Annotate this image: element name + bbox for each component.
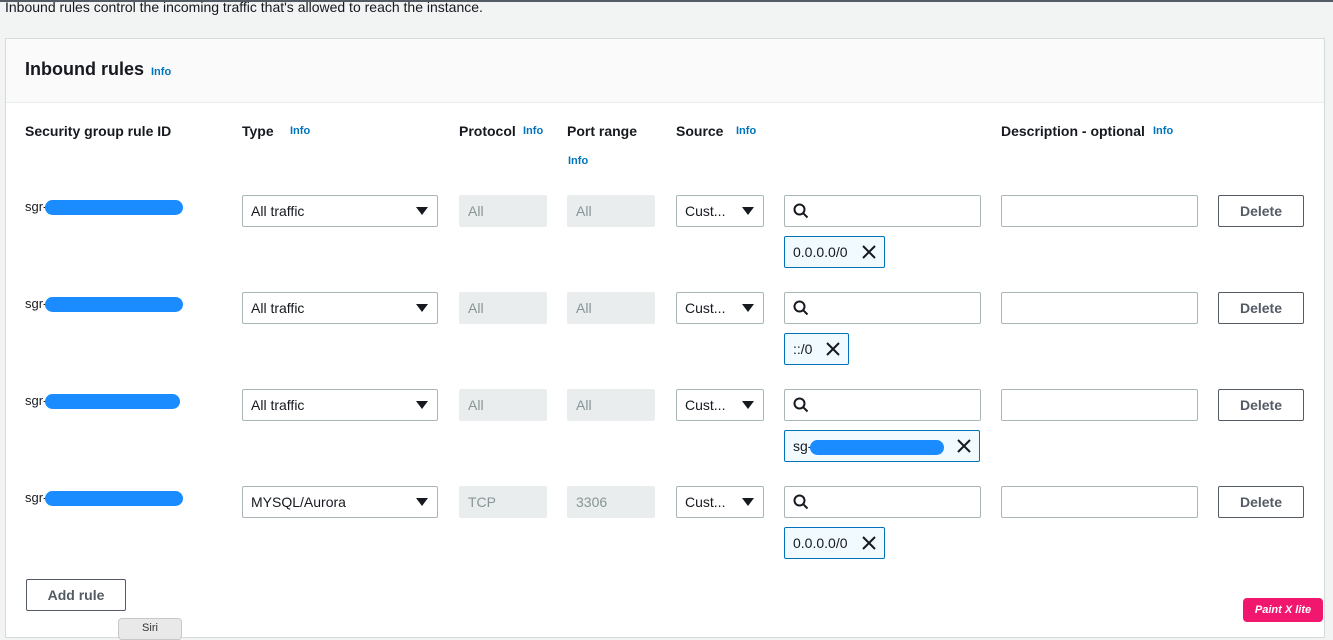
- close-icon[interactable]: [957, 439, 971, 453]
- source-token-label: 0.0.0.0/0: [793, 244, 848, 260]
- description-input[interactable]: [1001, 389, 1198, 421]
- rule-id: sgr-: [25, 393, 181, 410]
- rule-id: sgr-: [25, 490, 184, 507]
- column-header-rule-id: Security group rule ID: [25, 123, 172, 139]
- redaction-mark: [45, 491, 184, 507]
- delete-button[interactable]: Delete: [1218, 195, 1304, 227]
- inbound-rules-panel: Inbound rules Info Security group rule I…: [5, 38, 1325, 638]
- source-token: sg-: [784, 430, 980, 462]
- source-select[interactable]: Cust...: [676, 292, 764, 324]
- redaction-mark: [810, 439, 945, 455]
- close-icon[interactable]: [826, 342, 840, 356]
- source-select-value: Cust...: [685, 494, 726, 510]
- source-select-value: Cust...: [685, 300, 726, 316]
- caret-down-icon: [742, 304, 754, 312]
- search-icon: [793, 203, 809, 219]
- protocol-field: All: [459, 292, 547, 324]
- description-info-link[interactable]: Info: [1153, 125, 1173, 137]
- search-icon: [793, 300, 809, 316]
- source-select[interactable]: Cust...: [676, 486, 764, 518]
- rule-id-prefix: sgr-: [25, 199, 48, 214]
- type-select[interactable]: All traffic: [242, 292, 438, 324]
- source-select-value: Cust...: [685, 203, 726, 219]
- source-search-input[interactable]: [784, 389, 981, 421]
- column-header-port-range: Port range: [567, 123, 638, 139]
- type-select[interactable]: All traffic: [242, 389, 438, 421]
- caret-down-icon: [416, 304, 428, 312]
- panel-title: Inbound rules: [25, 59, 144, 79]
- caret-down-icon: [742, 207, 754, 215]
- source-token: ::/0: [784, 333, 849, 365]
- caret-down-icon: [742, 498, 754, 506]
- redaction-mark: [45, 297, 184, 313]
- panel-header: Inbound rules Info: [6, 39, 1324, 103]
- source-search-input[interactable]: [784, 292, 981, 324]
- type-select-value: MYSQL/Aurora: [251, 494, 346, 510]
- title-info-link[interactable]: Info: [151, 66, 171, 78]
- siri-tooltip: Siri: [118, 618, 182, 640]
- rule-id: sgr-: [25, 296, 184, 313]
- description-input[interactable]: [1001, 292, 1198, 324]
- type-select-value: All traffic: [251, 203, 305, 219]
- caret-down-icon: [416, 207, 428, 215]
- description-input[interactable]: [1001, 195, 1198, 227]
- source-info-link[interactable]: Info: [736, 125, 756, 137]
- type-select[interactable]: All traffic: [242, 195, 438, 227]
- rule-id-prefix: sgr-: [25, 393, 48, 408]
- port-range-field: All: [567, 195, 655, 227]
- source-token-label: 0.0.0.0/0: [793, 535, 848, 551]
- redaction-mark: [45, 394, 181, 410]
- paint-x-lite-badge: Paint X lite: [1243, 598, 1323, 622]
- source-select[interactable]: Cust...: [676, 195, 764, 227]
- source-token-label: ::/0: [793, 341, 813, 357]
- search-icon: [793, 494, 809, 510]
- source-search-input[interactable]: [784, 195, 981, 227]
- source-select[interactable]: Cust...: [676, 389, 764, 421]
- caret-down-icon: [742, 401, 754, 409]
- column-header-type: Type: [242, 123, 274, 139]
- description-input[interactable]: [1001, 486, 1198, 518]
- protocol-field: All: [459, 195, 547, 227]
- rule-id: sgr-: [25, 199, 184, 216]
- redaction-mark: [45, 200, 184, 216]
- port-range-field: All: [567, 292, 655, 324]
- source-token: 0.0.0.0/0: [784, 236, 885, 268]
- type-select[interactable]: MYSQL/Aurora: [242, 486, 438, 518]
- caret-down-icon: [416, 498, 428, 506]
- source-token: 0.0.0.0/0: [784, 527, 885, 559]
- type-select-value: All traffic: [251, 300, 305, 316]
- caret-down-icon: [416, 401, 428, 409]
- port-range-field: 3306: [567, 486, 655, 518]
- intro-text: Inbound rules control the incoming traff…: [5, 0, 483, 15]
- port-range-info-link[interactable]: Info: [568, 155, 588, 167]
- port-range-field: All: [567, 389, 655, 421]
- close-icon[interactable]: [862, 536, 876, 550]
- source-search-input[interactable]: [784, 486, 981, 518]
- protocol-field: TCP: [459, 486, 547, 518]
- type-select-value: All traffic: [251, 397, 305, 413]
- search-icon: [793, 397, 809, 413]
- source-select-value: Cust...: [685, 397, 726, 413]
- rule-id-prefix: sgr-: [25, 296, 48, 311]
- type-info-link[interactable]: Info: [290, 125, 310, 137]
- add-rule-button[interactable]: Add rule: [26, 579, 126, 611]
- column-header-protocol: Protocol: [459, 123, 516, 139]
- column-header-source: Source: [676, 123, 724, 139]
- rule-id-prefix: sgr-: [25, 490, 48, 505]
- close-icon[interactable]: [862, 245, 876, 259]
- protocol-field: All: [459, 389, 547, 421]
- protocol-info-link[interactable]: Info: [523, 125, 543, 137]
- delete-button[interactable]: Delete: [1218, 486, 1304, 518]
- delete-button[interactable]: Delete: [1218, 389, 1304, 421]
- column-header-description: Description - optional: [1001, 123, 1145, 139]
- delete-button[interactable]: Delete: [1218, 292, 1304, 324]
